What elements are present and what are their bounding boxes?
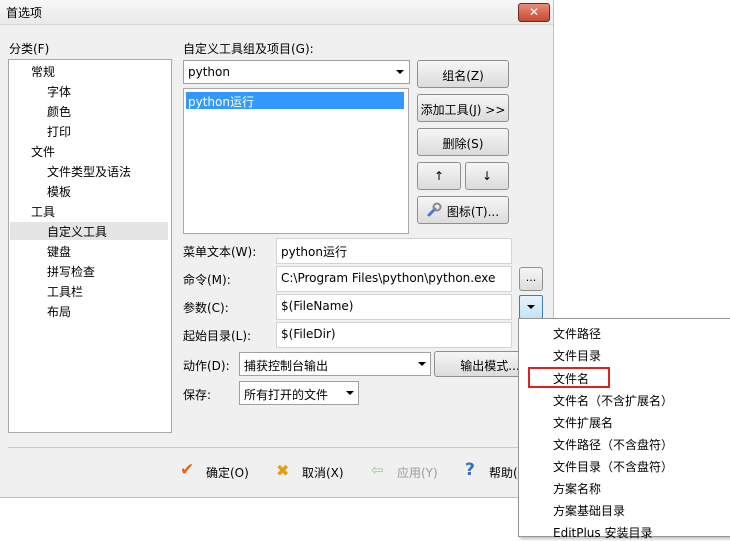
browse-command-label: ... bbox=[525, 271, 537, 284]
tree-item-spellcheck[interactable]: 拼写检查 bbox=[47, 263, 95, 280]
save-select[interactable]: 所有打开的文件 bbox=[239, 381, 359, 405]
menu-item-file-path-no-drive[interactable]: 文件路径（不含盘符） bbox=[553, 436, 673, 453]
output-mode-label: 输出模式... bbox=[460, 359, 520, 373]
variable-popup-menu[interactable]: 文件路径 文件目录 文件名 文件名（不含扩展名） 文件扩展名 文件路径（不含盘符… bbox=[518, 318, 730, 540]
menu-text-label: 菜单文本(W): bbox=[183, 245, 257, 259]
icon-button-label: 图标(T)... bbox=[446, 205, 500, 219]
add-tool-button[interactable]: 添加工具(J) >> bbox=[417, 94, 509, 122]
menu-item-file-ext[interactable]: 文件扩展名 bbox=[553, 414, 613, 431]
tree-item-tools[interactable]: 工具 bbox=[31, 203, 55, 220]
category-tree[interactable]: 常规 字体 颜色 打印 文件 文件类型及语法 模板 工具 自定义工具 键盘 拼写… bbox=[8, 59, 172, 433]
tree-item-color[interactable]: 颜色 bbox=[47, 103, 71, 120]
arrow-left-icon: ⇦ bbox=[371, 461, 384, 479]
menu-item-file-dir-no-drive[interactable]: 文件目录（不含盘符） bbox=[553, 458, 673, 475]
tree-item-keyboard[interactable]: 键盘 bbox=[47, 243, 71, 260]
add-tool-button-label: 添加工具(J) >> bbox=[420, 103, 506, 117]
delete-button-label: 删除(S) bbox=[442, 137, 484, 151]
save-select-value: 所有打开的文件 bbox=[244, 388, 329, 402]
tree-item-layout[interactable]: 布局 bbox=[47, 303, 71, 320]
tool-list-item[interactable]: python运行 bbox=[186, 92, 404, 109]
menu-item-install-dir[interactable]: EditPlus 安装目录 bbox=[553, 524, 652, 541]
chevron-down-icon bbox=[346, 391, 354, 395]
x-icon: ✖ bbox=[276, 461, 290, 480]
args-dropdown-button[interactable] bbox=[519, 295, 543, 319]
move-down-button[interactable]: ↓ bbox=[465, 162, 509, 190]
start-dir-value: $(FileDir) bbox=[281, 327, 336, 341]
icon-button[interactable]: 图标(T)... bbox=[417, 196, 509, 224]
categories-label: 分类(F) bbox=[9, 42, 50, 56]
tree-item-templates[interactable]: 模板 bbox=[47, 183, 71, 200]
highlight-box bbox=[528, 367, 610, 388]
chevron-down-icon bbox=[527, 305, 535, 309]
tree-item-font[interactable]: 字体 bbox=[47, 83, 71, 100]
tree-item-filetypes[interactable]: 文件类型及语法 bbox=[47, 163, 131, 180]
group-select[interactable]: python bbox=[183, 60, 410, 84]
apply-button-label: 应用(Y) bbox=[397, 466, 438, 480]
move-up-button[interactable]: ↑ bbox=[417, 162, 461, 190]
title-bar: 首选项 ✕ bbox=[0, 0, 553, 25]
args-input[interactable]: $(FileName) bbox=[276, 294, 512, 320]
args-value: $(FileName) bbox=[281, 299, 354, 313]
menu-text-value: python运行 bbox=[281, 245, 347, 259]
close-button[interactable]: ✕ bbox=[518, 3, 550, 22]
tool-list[interactable]: python运行 bbox=[183, 88, 409, 234]
start-dir-label: 起始目录(L): bbox=[183, 329, 252, 343]
window-title: 首选项 bbox=[6, 6, 43, 20]
cancel-button-label: 取消(X) bbox=[302, 466, 344, 480]
ok-button[interactable]: ✔ 确定(O) bbox=[180, 460, 255, 484]
tree-item-general[interactable]: 常规 bbox=[31, 63, 55, 80]
command-value: C:\Program Files\python\python.exe bbox=[281, 271, 496, 285]
chevron-down-icon bbox=[418, 362, 426, 366]
chevron-down-icon bbox=[396, 70, 404, 74]
group-name-button[interactable]: 组名(Z) bbox=[417, 60, 509, 88]
save-label: 保存: bbox=[183, 388, 212, 402]
menu-item-file-path[interactable]: 文件路径 bbox=[553, 325, 601, 342]
tree-item-toolbar[interactable]: 工具栏 bbox=[47, 283, 83, 300]
start-dir-input[interactable]: $(FileDir) bbox=[276, 322, 512, 348]
footer-divider bbox=[8, 447, 546, 448]
menu-item-file-dir[interactable]: 文件目录 bbox=[553, 347, 601, 364]
arrow-up-icon: ↑ bbox=[433, 169, 445, 183]
delete-button[interactable]: 删除(S) bbox=[417, 128, 509, 156]
action-label: 动作(D): bbox=[183, 359, 230, 373]
menu-text-input[interactable]: python运行 bbox=[276, 238, 512, 264]
tree-item-print[interactable]: 打印 bbox=[47, 123, 71, 140]
preferences-dialog: 首选项 ✕ 分类(F) 常规 字体 颜色 打印 文件 文件类型及语法 模板 工具… bbox=[0, 0, 554, 498]
ok-button-label: 确定(O) bbox=[206, 466, 249, 480]
arrow-down-icon: ↓ bbox=[481, 169, 493, 183]
help-button[interactable]: ? 帮助( bbox=[465, 460, 525, 484]
check-icon: ✔ bbox=[180, 460, 195, 480]
action-select-value: 捕获控制台输出 bbox=[244, 359, 329, 373]
menu-item-file-name-no-ext[interactable]: 文件名（不含扩展名） bbox=[553, 392, 673, 409]
menu-item-project-name[interactable]: 方案名称 bbox=[553, 480, 601, 497]
tree-item-user-tools-label: 自定义工具 bbox=[47, 225, 108, 239]
args-label: 参数(C): bbox=[183, 301, 229, 315]
help-button-label: 帮助( bbox=[489, 466, 518, 480]
groups-label: 自定义工具组及项目(G): bbox=[183, 42, 314, 56]
help-icon: ? bbox=[465, 460, 475, 480]
browse-command-button[interactable]: ... bbox=[519, 267, 543, 291]
command-input[interactable]: C:\Program Files\python\python.exe bbox=[276, 266, 512, 292]
group-name-button-label: 组名(Z) bbox=[442, 69, 484, 83]
tree-item-user-tools[interactable]: 自定义工具 bbox=[10, 222, 168, 240]
group-select-value: python bbox=[188, 65, 230, 79]
wrench-icon bbox=[427, 202, 442, 217]
cancel-button[interactable]: ✖ 取消(X) bbox=[276, 460, 351, 484]
command-label: 命令(M): bbox=[183, 273, 231, 287]
apply-button[interactable]: ⇦ 应用(Y) bbox=[371, 460, 446, 484]
tree-item-file[interactable]: 文件 bbox=[31, 143, 55, 160]
menu-item-project-base-dir[interactable]: 方案基础目录 bbox=[553, 502, 625, 519]
action-select[interactable]: 捕获控制台输出 bbox=[239, 352, 431, 376]
tool-list-item-label: python运行 bbox=[188, 95, 254, 109]
